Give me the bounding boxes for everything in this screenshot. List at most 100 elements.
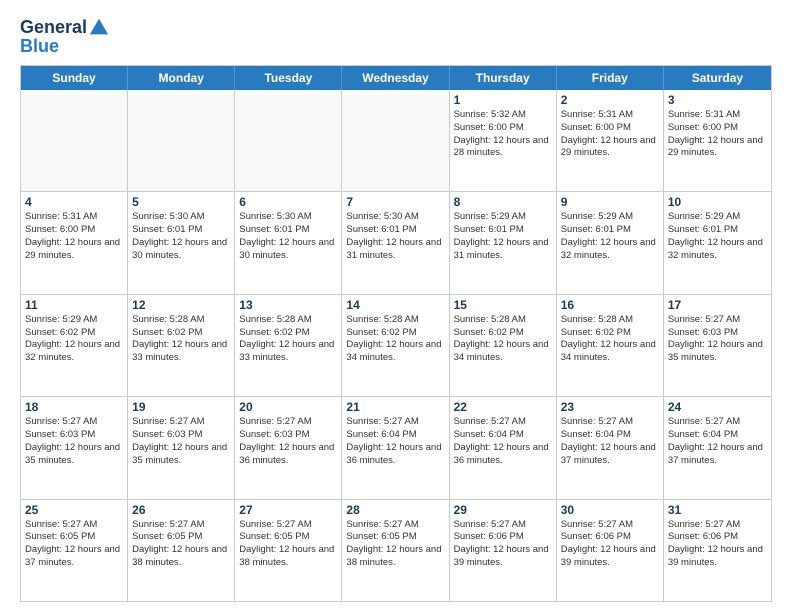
day-info: Sunrise: 5:31 AMSunset: 6:00 PMDaylight:… [561,109,659,160]
day-info: Sunrise: 5:29 AMSunset: 6:01 PMDaylight:… [561,211,659,262]
day-number: 6 [239,195,337,209]
day-info: Sunrise: 5:29 AMSunset: 6:01 PMDaylight:… [454,211,552,262]
calendar-row-1: 1Sunrise: 5:32 AMSunset: 6:00 PMDaylight… [21,90,771,191]
header-cell-wednesday: Wednesday [342,66,449,90]
table-row: 29 Sunrise: 5:27 AMSunset: 6:06 PMDayligh… [450,500,557,601]
table-row: 30 Sunrise: 5:27 AMSunset: 6:06 PMDayligh… [557,500,664,601]
day-info: Sunrise: 5:27 AMSunset: 6:04 PMDaylight:… [346,416,444,467]
day-number: 23 [561,400,659,414]
table-row: 11Sunrise: 5:29 AMSunset: 6:02 PMDayligh… [21,295,128,396]
day-number: 31 [668,503,767,517]
day-info: Sunrise: 5:27 AMSunset: 6:03 PMDaylight:… [132,416,230,467]
logo-triangle-icon [88,16,110,38]
table-row: 2 Sunrise: 5:31 AMSunset: 6:00 PMDaylight… [557,90,664,191]
day-number: 22 [454,400,552,414]
table-row: 10 Sunrise: 5:29 AMSunset: 6:01 PMDayligh… [664,192,771,293]
day-info: Sunrise: 5:28 AMSunset: 6:02 PMDaylight:… [132,314,230,365]
table-row: 19Sunrise: 5:27 AMSunset: 6:03 PMDayligh… [128,397,235,498]
logo-blue-text: Blue [20,36,59,57]
day-number: 5 [132,195,230,209]
day-info: Sunrise: 5:28 AMSunset: 6:02 PMDaylight:… [561,314,659,365]
table-row: 12Sunrise: 5:28 AMSunset: 6:02 PMDayligh… [128,295,235,396]
day-info: Sunrise: 5:27 AMSunset: 6:04 PMDaylight:… [668,416,767,467]
logo-general-text: General [20,17,87,38]
day-info: Sunrise: 5:27 AMSunset: 6:04 PMDaylight:… [454,416,552,467]
day-number: 29 [454,503,552,517]
table-row: 28 Sunrise: 5:27 AMSunset: 6:05 PMDayligh… [342,500,449,601]
day-number: 7 [346,195,444,209]
table-row: 23 Sunrise: 5:27 AMSunset: 6:04 PMDayligh… [557,397,664,498]
day-number: 14 [346,298,444,312]
table-row: 15 Sunrise: 5:28 AMSunset: 6:02 PMDayligh… [450,295,557,396]
calendar-row-5: 25Sunrise: 5:27 AMSunset: 6:05 PMDayligh… [21,499,771,601]
table-row: 14 Sunrise: 5:28 AMSunset: 6:02 PMDayligh… [342,295,449,396]
day-number: 28 [346,503,444,517]
logo-combined: General [20,16,110,38]
day-info: Sunrise: 5:27 AMSunset: 6:05 PMDaylight:… [239,519,337,570]
day-info: Sunrise: 5:27 AMSunset: 6:03 PMDaylight:… [668,314,767,365]
header: General Blue [20,16,772,57]
calendar: SundayMondayTuesdayWednesdayThursdayFrid… [20,65,772,602]
table-row: 8 Sunrise: 5:29 AMSunset: 6:01 PMDaylight… [450,192,557,293]
day-info: Sunrise: 5:29 AMSunset: 6:01 PMDaylight:… [668,211,767,262]
header-cell-sunday: Sunday [21,66,128,90]
day-info: Sunrise: 5:27 AMSunset: 6:05 PMDaylight:… [132,519,230,570]
table-row: 27 Sunrise: 5:27 AMSunset: 6:05 PMDayligh… [235,500,342,601]
day-number: 21 [346,400,444,414]
table-row: 26Sunrise: 5:27 AMSunset: 6:05 PMDayligh… [128,500,235,601]
table-row: 16 Sunrise: 5:28 AMSunset: 6:02 PMDayligh… [557,295,664,396]
table-row: 18Sunrise: 5:27 AMSunset: 6:03 PMDayligh… [21,397,128,498]
day-info: Sunrise: 5:27 AMSunset: 6:05 PMDaylight:… [25,519,123,570]
header-cell-tuesday: Tuesday [235,66,342,90]
day-number: 3 [668,93,767,107]
table-row: 31 Sunrise: 5:27 AMSunset: 6:06 PMDayligh… [664,500,771,601]
day-info: Sunrise: 5:30 AMSunset: 6:01 PMDaylight:… [239,211,337,262]
calendar-row-4: 18 Sunrise: 5:27 AMSunset: 6:03 PMDayligh… [21,396,771,498]
day-info: Sunrise: 5:28 AMSunset: 6:02 PMDaylight:… [239,314,337,365]
day-info: Sunrise: 5:27 AMSunset: 6:06 PMDaylight:… [668,519,767,570]
table-row: 21 Sunrise: 5:27 AMSunset: 6:04 PMDayligh… [342,397,449,498]
table-row [235,90,342,191]
day-number: 15 [454,298,552,312]
table-row: 13 Sunrise: 5:28 AMSunset: 6:02 PMDayligh… [235,295,342,396]
table-row: 4Sunrise: 5:31 AMSunset: 6:00 PMDaylight… [21,192,128,293]
day-info: Sunrise: 5:27 AMSunset: 6:04 PMDaylight:… [561,416,659,467]
page: General Blue SundayMondayTuesdayWednesda… [0,0,792,612]
table-row: 6 Sunrise: 5:30 AMSunset: 6:01 PMDaylight… [235,192,342,293]
day-number: 18 [25,400,123,414]
table-row: 7Sunrise: 5:30 AMSunset: 6:01 PMDaylight… [342,192,449,293]
header-cell-monday: Monday [128,66,235,90]
day-info: Sunrise: 5:27 AMSunset: 6:03 PMDaylight:… [239,416,337,467]
table-row: 9 Sunrise: 5:29 AMSunset: 6:01 PMDaylight… [557,192,664,293]
table-row: 24 Sunrise: 5:27 AMSunset: 6:04 PMDayligh… [664,397,771,498]
day-info: Sunrise: 5:28 AMSunset: 6:02 PMDaylight:… [454,314,552,365]
day-info: Sunrise: 5:28 AMSunset: 6:02 PMDaylight:… [346,314,444,365]
day-number: 9 [561,195,659,209]
day-info: Sunrise: 5:27 AMSunset: 6:06 PMDaylight:… [454,519,552,570]
day-number: 8 [454,195,552,209]
day-info: Sunrise: 5:27 AMSunset: 6:05 PMDaylight:… [346,519,444,570]
header-cell-thursday: Thursday [450,66,557,90]
calendar-row-2: 4Sunrise: 5:31 AMSunset: 6:00 PMDaylight… [21,191,771,293]
day-info: Sunrise: 5:27 AMSunset: 6:06 PMDaylight:… [561,519,659,570]
day-number: 16 [561,298,659,312]
table-row: 3Sunrise: 5:31 AMSunset: 6:00 PMDaylight… [664,90,771,191]
table-row [342,90,449,191]
day-number: 30 [561,503,659,517]
table-row: 25Sunrise: 5:27 AMSunset: 6:05 PMDayligh… [21,500,128,601]
logo: General Blue [20,16,110,57]
day-number: 10 [668,195,767,209]
day-number: 2 [561,93,659,107]
day-number: 11 [25,298,123,312]
table-row: 1Sunrise: 5:32 AMSunset: 6:00 PMDaylight… [450,90,557,191]
table-row [128,90,235,191]
header-cell-saturday: Saturday [664,66,771,90]
day-number: 27 [239,503,337,517]
header-cell-friday: Friday [557,66,664,90]
day-number: 13 [239,298,337,312]
table-row: 22 Sunrise: 5:27 AMSunset: 6:04 PMDayligh… [450,397,557,498]
day-number: 17 [668,298,767,312]
day-number: 20 [239,400,337,414]
day-info: Sunrise: 5:32 AMSunset: 6:00 PMDaylight:… [454,109,552,160]
day-number: 24 [668,400,767,414]
